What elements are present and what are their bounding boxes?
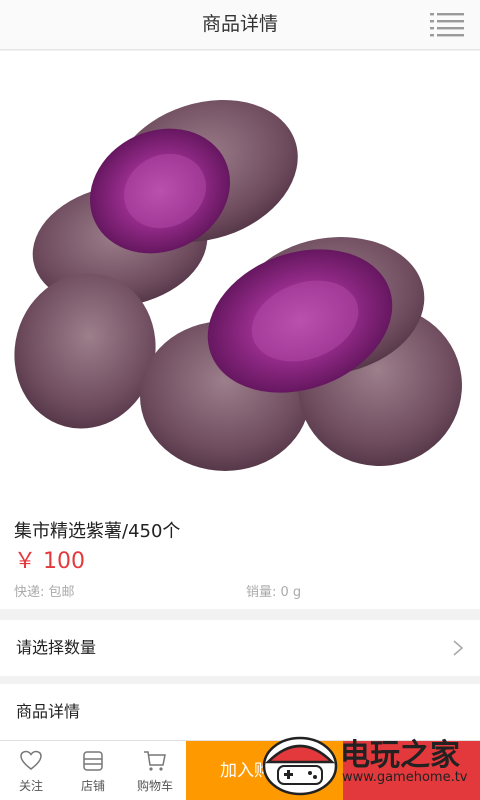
product-info: 集市精选紫薯/450个 ￥ 100 快递: 包邮 销量: 0 g: [0, 505, 480, 609]
watermark-text: 电玩之家: [340, 738, 460, 773]
chevron-right-icon: [453, 640, 464, 656]
heart-icon: [20, 750, 42, 770]
store-label: 店铺: [80, 779, 105, 793]
top-navbar: 商品详情: [0, 0, 480, 50]
quantity-selector-row[interactable]: 请选择数量: [0, 620, 480, 676]
product-name: 集市精选紫薯/450个: [14, 521, 181, 542]
list-menu-icon: [430, 13, 464, 37]
watermark-url: www.gamehome.tv: [342, 770, 468, 785]
page-title: 商品详情: [201, 13, 278, 35]
gamehome-logo-icon: [262, 736, 338, 796]
product-detail-screen: 商品详情 集市精选紫薯/450个 ￥ 100 快递: 包邮 销量: 0 g 请选…: [0, 0, 480, 800]
product-image[interactable]: [0, 51, 480, 505]
detail-section-title: 商品详情: [16, 702, 81, 721]
sales-count: 销量: 0 g: [246, 585, 302, 600]
follow-button[interactable]: 关注: [0, 741, 62, 800]
shipping-info: 快递: 包邮: [14, 585, 75, 600]
purple-sweet-potato-photo: [14, 99, 462, 471]
store-button[interactable]: 店铺: [62, 741, 124, 800]
cart-label: 购物车: [136, 779, 173, 793]
cart-icon: [144, 751, 166, 771]
store-icon: [83, 751, 103, 771]
quantity-label: 请选择数量: [16, 638, 97, 657]
product-price: ￥ 100: [14, 549, 85, 574]
menu-button[interactable]: [428, 10, 466, 40]
follow-label: 关注: [18, 779, 43, 793]
watermark: 电玩之家 www.gamehome.tv: [258, 722, 480, 800]
cart-button[interactable]: 购物车: [124, 741, 186, 800]
